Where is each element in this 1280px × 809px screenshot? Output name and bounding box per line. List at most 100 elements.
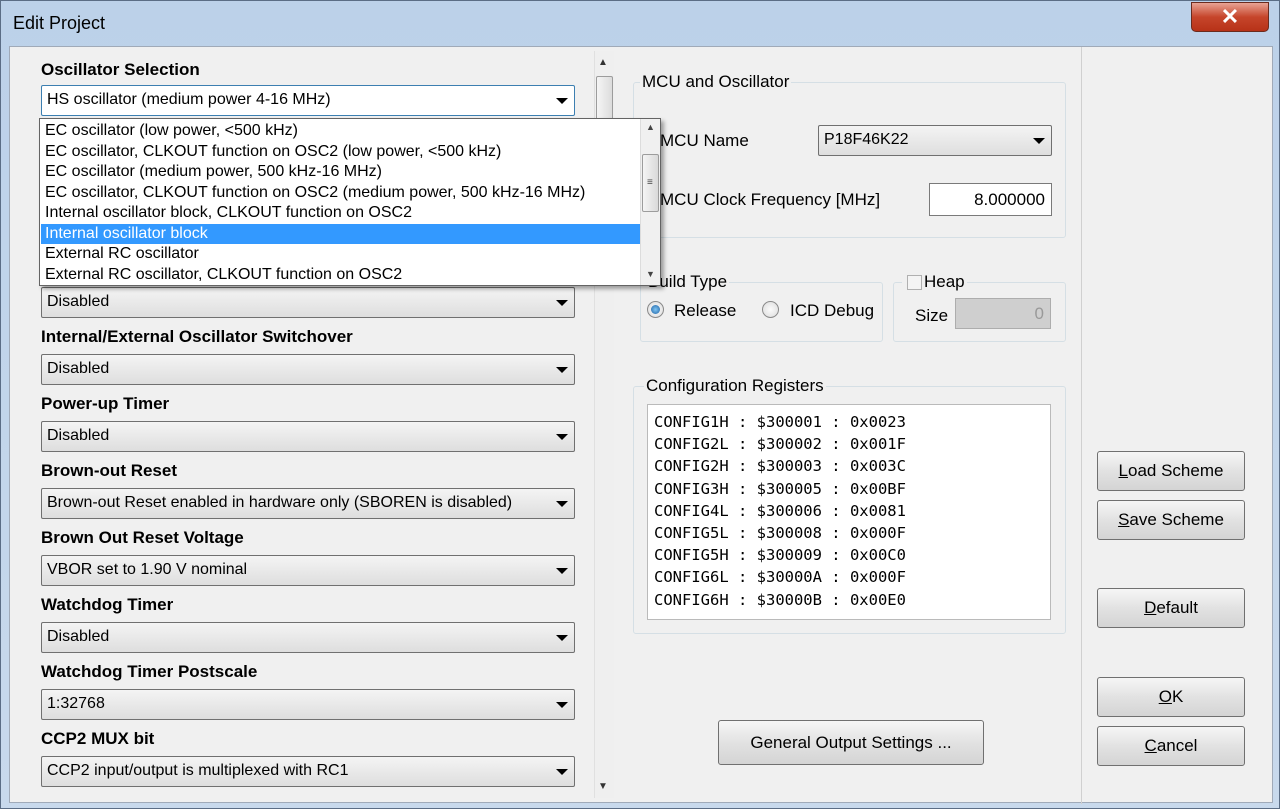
dropdown-option[interactable]: External RC oscillator xyxy=(41,244,640,265)
chevron-down-icon[interactable] xyxy=(1033,138,1045,144)
scroll-thumb[interactable]: ≡ xyxy=(642,154,659,212)
ok-button[interactable]: OK xyxy=(1097,677,1245,717)
config-register-row[interactable]: CONFIG5H : $300009 : 0x00C0 xyxy=(654,544,1050,566)
brownout-voltage-combo[interactable]: VBOR set to 1.90 V nominal xyxy=(41,555,575,586)
mcu-name-combo[interactable]: P18F46K22 xyxy=(818,125,1052,156)
chevron-down-icon[interactable] xyxy=(556,702,568,708)
ok-accel: O xyxy=(1158,687,1172,706)
load-scheme-button[interactable]: Load Scheme xyxy=(1097,451,1245,491)
icd-debug-label[interactable]: ICD Debug xyxy=(790,301,874,321)
mcu-name-label: MCU Name xyxy=(660,131,749,150)
cancel-accel: C xyxy=(1144,736,1157,755)
watchdog-postscale-combo[interactable]: 1:32768 xyxy=(41,689,575,720)
ccp2-mux-label: CCP2 MUX bit xyxy=(41,729,155,748)
combo-value: CCP2 input/output is multiplexed with RC… xyxy=(47,762,349,779)
dropdown-option[interactable]: External RC oscillator, CLKOUT function … xyxy=(41,265,640,286)
brownout-voltage-label: Brown Out Reset Voltage xyxy=(41,528,244,547)
dropdown-option[interactable]: EC oscillator, CLKOUT function on OSC2 (… xyxy=(41,142,640,163)
chevron-down-icon[interactable] xyxy=(556,568,568,574)
dialog-client-area: Oscillator Selection HS oscillator (medi… xyxy=(9,46,1273,804)
combo-value: Brown-out Reset enabled in hardware only… xyxy=(47,494,513,511)
ccp2-mux-combo[interactable]: CCP2 input/output is multiplexed with RC… xyxy=(41,756,575,787)
right-separator xyxy=(1081,47,1082,804)
cancel-label: ancel xyxy=(1156,736,1198,755)
chevron-down-icon[interactable] xyxy=(556,501,568,507)
cancel-button[interactable]: Cancel xyxy=(1097,726,1245,766)
heap-size-input: 0 xyxy=(955,298,1051,329)
brownout-reset-combo[interactable]: Brown-out Reset enabled in hardware only… xyxy=(41,488,575,519)
release-label[interactable]: Release xyxy=(674,301,736,321)
scroll-up-icon[interactable]: ▲ xyxy=(646,122,655,132)
combo-value: Disabled xyxy=(47,293,110,310)
osc-switchover-combo[interactable]: Disabled xyxy=(41,354,575,385)
mcu-clock-label: MCU Clock Frequency [MHz] xyxy=(660,190,881,209)
config-register-row[interactable]: CONFIG6H : $30000B : 0x00E0 xyxy=(654,589,1050,611)
config-register-row[interactable]: CONFIG4L : $300006 : 0x0081 xyxy=(654,500,1050,522)
chevron-down-icon[interactable] xyxy=(556,434,568,440)
edit-project-window: Edit Project ✕ Oscillator Selection HS o… xyxy=(0,0,1280,809)
default-accel: D xyxy=(1144,598,1157,617)
oscillator-selection-combo[interactable]: HS oscillator (medium power 4-16 MHz) xyxy=(41,85,575,116)
general-output-settings-button[interactable]: General Output Settings ... xyxy=(718,720,984,765)
mcu-clock-input[interactable]: 8.000000 xyxy=(929,183,1052,216)
watchdog-timer-label: Watchdog Timer xyxy=(41,595,174,614)
chevron-down-icon[interactable] xyxy=(556,300,568,306)
osc-switchover-label: Internal/External Oscillator Switchover xyxy=(41,327,353,346)
oscillator-selection-label: Oscillator Selection xyxy=(41,60,200,79)
combo-value: 1:32768 xyxy=(47,695,105,712)
default-button[interactable]: Default xyxy=(1097,588,1245,628)
scroll-thumb[interactable] xyxy=(596,76,613,120)
config-registers-list[interactable]: CONFIG1H : $300001 : 0x0023 CONFIG2L : $… xyxy=(647,404,1051,620)
save-scheme-label: ave Scheme xyxy=(1129,510,1224,529)
powerup-timer-label: Power-up Timer xyxy=(41,394,170,413)
dropdown-option-selected[interactable]: Internal oscillator block xyxy=(41,223,640,244)
config-registers-legend: Configuration Registers xyxy=(644,376,826,396)
combo-value: HS oscillator (medium power 4-16 MHz) xyxy=(47,91,331,109)
scroll-down-icon[interactable]: ▼ xyxy=(646,269,655,279)
grip-icon: ≡ xyxy=(647,177,653,188)
save-scheme-button[interactable]: Save Scheme xyxy=(1097,500,1245,540)
close-button[interactable]: ✕ xyxy=(1191,2,1269,32)
config-register-row[interactable]: CONFIG6L : $30000A : 0x000F xyxy=(654,566,1050,588)
chevron-down-icon[interactable] xyxy=(556,769,568,775)
chevron-down-icon[interactable] xyxy=(556,98,568,104)
watchdog-postscale-label: Watchdog Timer Postscale xyxy=(41,662,258,681)
combo-value: P18F46K22 xyxy=(824,131,909,148)
dropdown-option[interactable]: Internal oscillator block, CLKOUT functi… xyxy=(41,203,640,224)
config-register-row[interactable]: CONFIG1H : $300001 : 0x0023 xyxy=(654,411,1050,433)
save-scheme-accel: S xyxy=(1118,510,1130,529)
oscillator-dropdown-list[interactable]: EC oscillator (low power, <500 kHz) EC o… xyxy=(39,118,661,286)
combo-value: Disabled xyxy=(47,427,110,444)
close-icon: ✕ xyxy=(1220,4,1240,29)
config-register-row[interactable]: CONFIG2L : $300002 : 0x001F xyxy=(654,433,1050,455)
dropdown-option[interactable]: EC oscillator (medium power, 500 kHz-16 … xyxy=(41,162,640,183)
dropdown-option[interactable]: EC oscillator, CLKOUT function on OSC2 (… xyxy=(41,183,640,204)
mcu-oscillator-legend: MCU and Oscillator xyxy=(640,72,792,92)
ok-label: K xyxy=(1171,687,1184,706)
load-scheme-accel: L xyxy=(1118,461,1128,480)
load-scheme-label: oad Scheme xyxy=(1128,461,1224,480)
brownout-reset-label: Brown-out Reset xyxy=(41,461,177,480)
watchdog-timer-combo[interactable]: Disabled xyxy=(41,622,575,653)
heap-checkbox[interactable] xyxy=(907,275,922,290)
chevron-down-icon[interactable] xyxy=(556,367,568,373)
heap-size-label: Size xyxy=(915,306,949,325)
title-bar[interactable]: Edit Project ✕ xyxy=(1,1,1279,43)
config-register-row[interactable]: CONFIG2H : $300003 : 0x003C xyxy=(654,455,1050,477)
window-title: Edit Project xyxy=(13,13,106,33)
dropdown-scrollbar[interactable]: ▲ ≡ ▼ xyxy=(640,119,660,285)
release-radio[interactable] xyxy=(647,301,664,318)
combo-value: Disabled xyxy=(47,360,110,377)
config-register-row[interactable]: CONFIG3H : $300005 : 0x00BF xyxy=(654,478,1050,500)
combo-value: VBOR set to 1.90 V nominal xyxy=(47,561,248,578)
default-label: efault xyxy=(1156,598,1198,617)
scroll-up-icon[interactable]: ▲ xyxy=(598,57,608,68)
chevron-down-icon[interactable] xyxy=(556,635,568,641)
scroll-down-icon[interactable]: ▼ xyxy=(598,781,608,792)
powerup-timer-combo[interactable]: Disabled xyxy=(41,421,575,452)
combo-value: Disabled xyxy=(47,628,110,645)
hidden-option-combo[interactable]: Disabled xyxy=(41,287,575,318)
dropdown-option[interactable]: EC oscillator (low power, <500 kHz) xyxy=(41,121,640,142)
icd-debug-radio[interactable] xyxy=(762,301,779,318)
config-register-row[interactable]: CONFIG5L : $300008 : 0x000F xyxy=(654,522,1050,544)
